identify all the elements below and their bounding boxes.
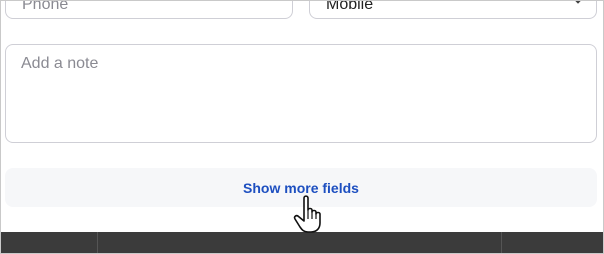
note-textarea[interactable] [5, 44, 597, 143]
phone-type-select[interactable]: Mobile [309, 0, 597, 19]
toolbar-divider [97, 232, 98, 253]
contact-form-fragment: Phone Mobile Show more fields [0, 0, 604, 254]
bottom-toolbar [1, 232, 603, 253]
show-more-fields-button[interactable]: Show more fields [5, 168, 597, 207]
phone-type-value: Mobile [326, 0, 374, 13]
phone-input[interactable]: Phone [5, 0, 293, 19]
toolbar-divider [501, 232, 502, 253]
chevron-down-icon [572, 1, 584, 4]
phone-placeholder: Phone [22, 0, 69, 13]
